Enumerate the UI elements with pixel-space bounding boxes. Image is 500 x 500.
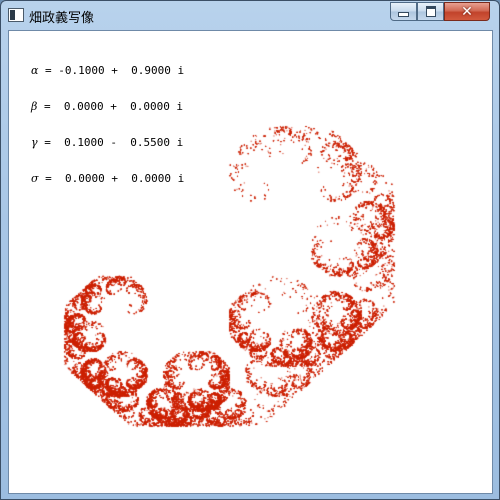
- parameter-row: σ = 0.0000 + 0.0000 i: [31, 173, 184, 185]
- parameter-row: γ = 0.1000 - 0.5500 i: [31, 137, 184, 149]
- client-area: α = -0.1000 + 0.9000 i β = 0.0000 + 0.00…: [8, 30, 493, 494]
- parameter-value: = 0.0000 + 0.0000 i: [38, 172, 185, 185]
- parameter-value: = -0.1000 + 0.9000 i: [38, 64, 185, 77]
- maximize-button[interactable]: [417, 2, 444, 21]
- app-window: 畑政義写像 ✕ α = -0.1000 + 0.9000 i β = 0.000…: [0, 0, 500, 500]
- parameter-row: α = -0.1000 + 0.9000 i: [31, 65, 184, 77]
- parameter-row: β = 0.0000 + 0.0000 i: [31, 101, 184, 113]
- window-app-icon[interactable]: [8, 8, 24, 22]
- minimize-icon: [398, 12, 409, 17]
- window-title: 畑政義写像: [29, 11, 95, 26]
- parameter-list: α = -0.1000 + 0.9000 i β = 0.0000 + 0.00…: [31, 41, 184, 209]
- parameter-value: = 0.1000 - 0.5500 i: [37, 136, 184, 149]
- minimize-button[interactable]: [390, 2, 417, 21]
- title-bar[interactable]: 畑政義写像 ✕: [1, 1, 499, 31]
- parameter-value: = 0.0000 + 0.0000 i: [37, 100, 184, 113]
- maximize-icon: [425, 6, 436, 17]
- close-icon: ✕: [461, 3, 473, 20]
- parameter-symbol: γ: [31, 136, 38, 149]
- close-button[interactable]: ✕: [444, 2, 490, 21]
- parameter-symbol: σ: [31, 172, 39, 185]
